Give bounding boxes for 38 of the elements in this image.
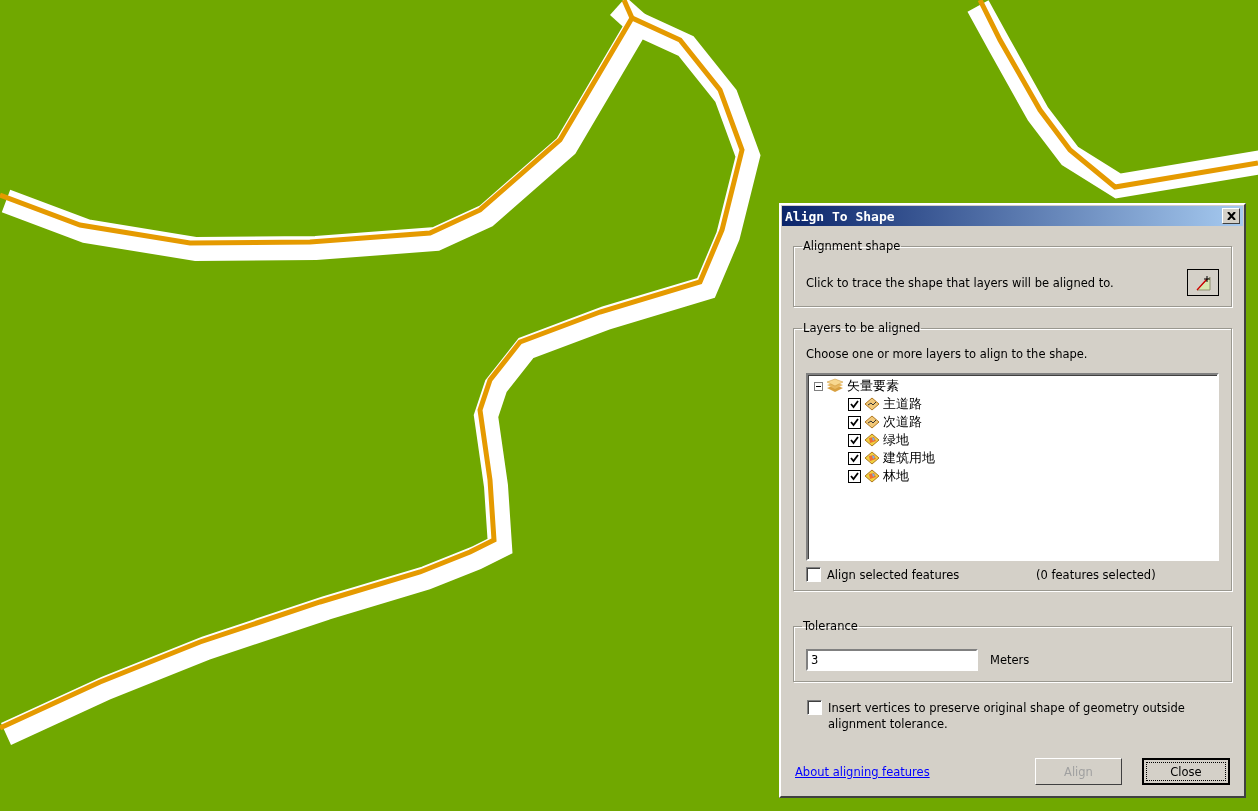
- minus-icon: [816, 383, 821, 389]
- group-label: Layers to be aligned: [802, 321, 922, 335]
- checkbox[interactable]: [848, 415, 861, 429]
- tolerance-field[interactable]: 3: [806, 649, 978, 671]
- polygon-layer-icon: [864, 469, 880, 483]
- unit-label: Meters: [990, 653, 1030, 667]
- window-title: Align To Shape: [785, 208, 895, 224]
- selection-count: (0 features selected): [1036, 567, 1156, 582]
- line-layer-icon: [864, 415, 880, 429]
- help-link[interactable]: About aligning features: [795, 764, 930, 779]
- checkbox[interactable]: [848, 451, 861, 465]
- instruction-text: Choose one or more layers to align to the shape.: [806, 347, 1089, 361]
- tree-item[interactable]: 绿地: [883, 431, 909, 449]
- polygon-layer-icon: [864, 433, 880, 447]
- checkbox[interactable]: [848, 469, 861, 483]
- layers-icon: [826, 378, 844, 394]
- tree-item[interactable]: 次道路: [883, 413, 922, 431]
- checkbox[interactable]: [806, 567, 821, 582]
- checkbox[interactable]: [848, 433, 861, 447]
- collapse-toggle[interactable]: [814, 381, 823, 391]
- tree-item[interactable]: 主道路: [883, 395, 922, 413]
- checkbox-label: Insert vertices to preserve original shape of geometry outside alignment tolerance.: [828, 700, 1186, 732]
- tree-item[interactable]: 矢量要素: [847, 377, 899, 395]
- checkbox-label: Align selected features: [827, 567, 960, 582]
- checkbox[interactable]: [807, 700, 822, 715]
- group-label: Alignment shape: [802, 239, 902, 253]
- close-button[interactable]: [1222, 208, 1240, 224]
- sketch-icon: [1195, 274, 1211, 291]
- group-label: Tolerance: [802, 619, 859, 633]
- close-icon: [1226, 212, 1236, 220]
- tree-item[interactable]: 建筑用地: [883, 449, 935, 467]
- dialog-button[interactable]: Close: [1142, 758, 1230, 785]
- line-layer-icon: [864, 397, 880, 411]
- instruction-text: Click to trace the shape that layers will be aligned to.: [806, 275, 1114, 290]
- polygon-layer-icon: [864, 451, 880, 465]
- tree-item[interactable]: 林地: [883, 467, 909, 485]
- trace-button[interactable]: [1187, 269, 1219, 296]
- checkbox[interactable]: [848, 397, 861, 411]
